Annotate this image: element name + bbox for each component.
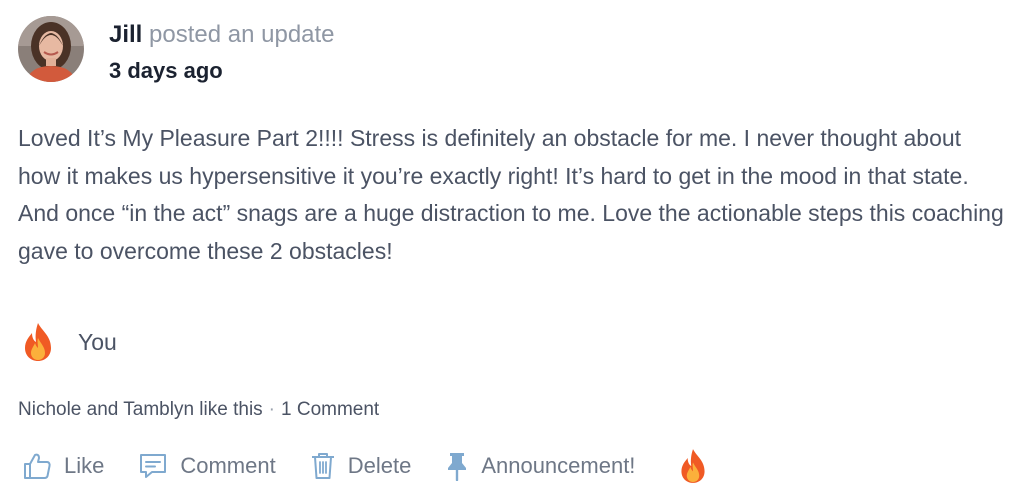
post-timestamp[interactable]: 3 days ago <box>109 57 335 85</box>
announcement-button[interactable]: Announcement! <box>445 451 635 481</box>
post-stats: Nichole and Tamblyn like this · 1 Comment <box>18 399 379 421</box>
avatar[interactable] <box>18 16 84 82</box>
like-label: Like <box>64 453 105 478</box>
trash-icon <box>311 453 334 479</box>
reaction-summary[interactable]: You <box>20 322 117 362</box>
delete-label: Delete <box>347 453 412 478</box>
post-body: Loved It’s My Pleasure Part 2!!!! Stress… <box>18 125 1004 264</box>
react-fire-button[interactable] <box>677 447 709 485</box>
reaction-users: You <box>78 328 117 355</box>
post-meta: Jill posted an update 3 days ago <box>109 16 335 85</box>
post-header: Jill posted an update 3 days ago <box>18 16 335 85</box>
post-title-line: Jill posted an update <box>109 20 335 50</box>
comments-count[interactable]: 1 Comment <box>281 399 379 420</box>
stats-separator: · <box>268 399 275 420</box>
like-button[interactable]: Like <box>22 451 104 481</box>
comment-label: Comment <box>180 453 276 478</box>
pin-icon <box>448 453 467 481</box>
thumbs-up-icon <box>24 453 51 479</box>
fire-icon <box>681 449 705 483</box>
likes-summary[interactable]: Nichole and Tamblyn like this <box>18 399 263 420</box>
announcement-label: Announcement! <box>481 453 636 478</box>
fire-icon <box>25 323 51 361</box>
comment-icon <box>140 454 167 478</box>
post-actions: Like Comment Delete Announcement! <box>22 444 709 488</box>
author-name[interactable]: Jill <box>109 21 142 48</box>
post-action-text: posted an update <box>149 21 335 48</box>
comment-button[interactable]: Comment <box>138 452 276 480</box>
delete-button[interactable]: Delete <box>310 451 412 481</box>
